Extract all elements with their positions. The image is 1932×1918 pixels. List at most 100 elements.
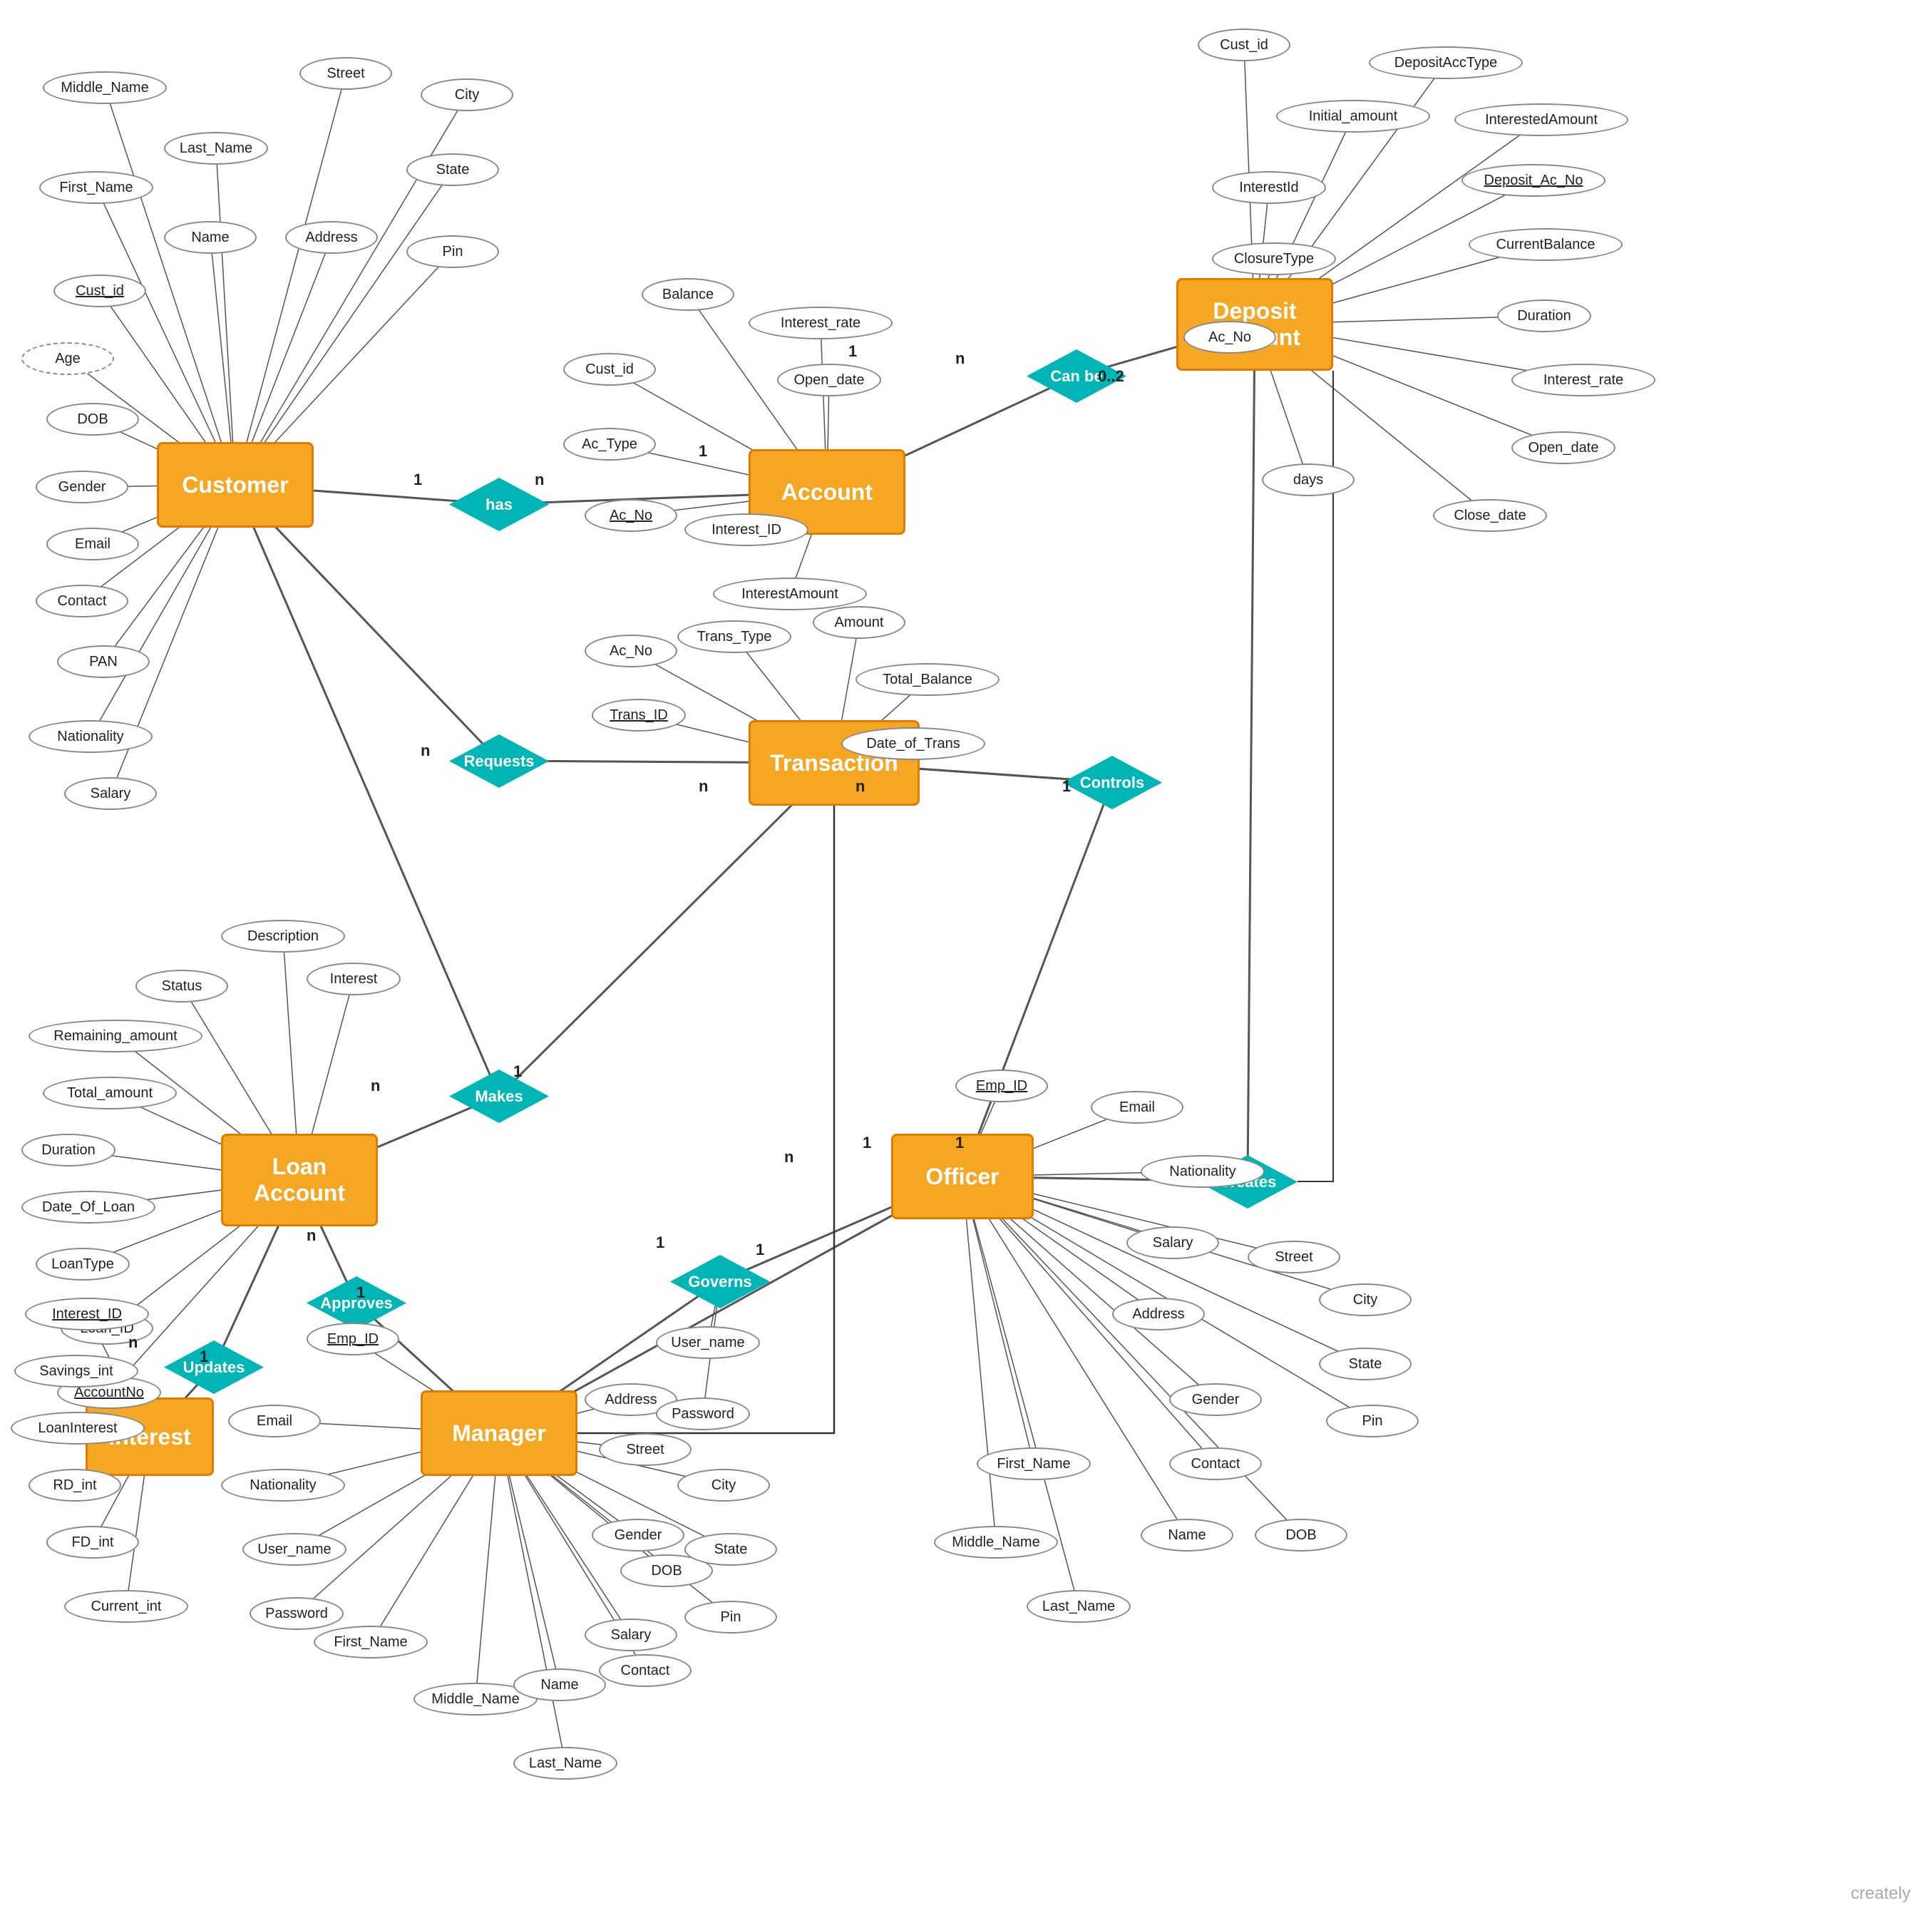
cardinality-19: n bbox=[128, 1333, 138, 1352]
attr-address: Address bbox=[285, 221, 378, 254]
attr-balance: Balance bbox=[642, 278, 734, 311]
cardinality-13: 1 bbox=[356, 1283, 365, 1302]
attr-pin: Pin bbox=[406, 235, 499, 268]
cardinality-6: n bbox=[421, 742, 430, 760]
attr-date-of-trans: Date_of_Trans bbox=[841, 727, 985, 760]
diamond-makes: Makes bbox=[449, 1070, 549, 1123]
attr-initial-amount: Initial_amount bbox=[1276, 100, 1430, 133]
attr-email: Email bbox=[228, 1405, 321, 1437]
attr-password: Password bbox=[656, 1398, 750, 1430]
attr-fd-int: FD_int bbox=[46, 1526, 139, 1559]
attr-city: City bbox=[421, 78, 513, 111]
attr-state: State bbox=[406, 153, 499, 186]
attr-contact: Contact bbox=[1169, 1447, 1262, 1480]
attr-gender: Gender bbox=[592, 1519, 684, 1552]
attr-first-name: First_Name bbox=[977, 1447, 1091, 1480]
attr-interest-id: Interest_ID bbox=[684, 513, 808, 546]
attr-description: Description bbox=[221, 920, 345, 953]
cardinality-3: 1 bbox=[848, 342, 857, 361]
attr-duration: Duration bbox=[21, 1134, 115, 1166]
diamond-controls: Controls bbox=[1062, 756, 1162, 809]
attr-pin: Pin bbox=[684, 1601, 777, 1634]
attr-last-name: Last_Name bbox=[164, 132, 268, 165]
attr-interest: Interest bbox=[307, 963, 401, 995]
diamond-updates: Updates bbox=[164, 1340, 264, 1394]
attr-status: Status bbox=[135, 970, 228, 1002]
attr-nationality: Nationality bbox=[29, 720, 153, 753]
attr-ac-type: Ac_Type bbox=[563, 428, 656, 461]
attr-depositacctype: DepositAccType bbox=[1369, 46, 1523, 79]
attr-street: Street bbox=[1248, 1241, 1340, 1273]
attr-loaninterest: LoanInterest bbox=[11, 1412, 145, 1445]
attr-interest-rate: Interest_rate bbox=[749, 307, 893, 339]
attr-open-date: Open_date bbox=[777, 364, 881, 396]
cardinality-8: n bbox=[855, 777, 865, 796]
attr-contact: Contact bbox=[36, 585, 128, 617]
attr-cust-id: Cust_id bbox=[1198, 29, 1290, 61]
attr-duration: Duration bbox=[1497, 299, 1591, 332]
attr-name: Name bbox=[164, 221, 257, 254]
attr-dob: DOB bbox=[1255, 1519, 1347, 1552]
attr-age: Age bbox=[21, 342, 114, 375]
diamond-governs: Governs bbox=[670, 1255, 770, 1308]
attr-savings-int: Savings_int bbox=[14, 1355, 138, 1388]
attr-open-date: Open_date bbox=[1511, 431, 1615, 464]
attr-remaining-amount: Remaining_amount bbox=[29, 1020, 202, 1052]
attr-dob: DOB bbox=[46, 403, 139, 436]
attr-middle-name: Middle_Name bbox=[43, 71, 167, 104]
attr-salary: Salary bbox=[64, 777, 157, 810]
attr-interestedamount: InterestedAmount bbox=[1454, 103, 1628, 136]
attr-address: Address bbox=[1112, 1298, 1205, 1330]
attr-rd-int: RD_int bbox=[29, 1469, 121, 1502]
cardinality-20: 1 bbox=[200, 1348, 208, 1366]
attr-interest-rate: Interest_rate bbox=[1511, 364, 1655, 396]
cardinality-16: n bbox=[784, 1148, 793, 1166]
entity-customer: Customer bbox=[157, 442, 314, 528]
attr-name: Name bbox=[1141, 1519, 1233, 1552]
attr-close-date: Close_date bbox=[1433, 499, 1547, 532]
cardinality-1: n bbox=[535, 471, 544, 489]
watermark: creately bbox=[1851, 1884, 1911, 1904]
attr-last-name: Last_Name bbox=[1027, 1590, 1131, 1623]
cardinality-9: 1 bbox=[1062, 777, 1071, 796]
er-diagram: CustomerAccountDepositAccountTransaction… bbox=[0, 0, 1932, 1918]
attr-state: State bbox=[684, 1533, 777, 1566]
attr-middle-name: Middle_Name bbox=[934, 1526, 1058, 1559]
attr-currentbalance: CurrentBalance bbox=[1469, 228, 1623, 261]
attr-total-amount: Total_amount bbox=[43, 1077, 177, 1109]
attr-gender: Gender bbox=[36, 471, 128, 503]
attr-interestamount: InterestAmount bbox=[713, 578, 867, 610]
cardinality-15: 1 bbox=[756, 1241, 764, 1259]
attr-pan: PAN bbox=[57, 645, 150, 678]
attr-current-int: Current_int bbox=[64, 1590, 188, 1623]
attr-salary: Salary bbox=[1126, 1226, 1219, 1259]
attr-email: Email bbox=[46, 528, 139, 560]
cardinality-0: 1 bbox=[413, 471, 422, 489]
attr-user-name: User_name bbox=[656, 1326, 760, 1359]
cardinality-4: n bbox=[955, 349, 965, 368]
attr-nationality: Nationality bbox=[221, 1469, 345, 1502]
attr-city: City bbox=[1319, 1283, 1412, 1316]
entity-manager: Manager bbox=[421, 1390, 577, 1476]
attr-city: City bbox=[677, 1469, 770, 1502]
attr-password: Password bbox=[250, 1597, 344, 1630]
diamond-requests: Requests bbox=[449, 734, 549, 788]
attr-days: days bbox=[1262, 463, 1355, 496]
attr-gender: Gender bbox=[1169, 1383, 1262, 1416]
cardinality-5: 0..2 bbox=[1098, 367, 1124, 386]
attr-trans-type: Trans_Type bbox=[677, 620, 791, 653]
attr-ac-no: Ac_No bbox=[585, 635, 677, 667]
attr-state: State bbox=[1319, 1348, 1412, 1380]
cardinality-17: 1 bbox=[863, 1134, 871, 1152]
attr-amount: Amount bbox=[813, 606, 905, 639]
cardinality-11: 1 bbox=[513, 1062, 522, 1081]
cardinality-12: n bbox=[307, 1226, 316, 1245]
attr-contact: Contact bbox=[599, 1654, 692, 1687]
cardinality-18: 1 bbox=[955, 1134, 964, 1152]
attr-cust-id: Cust_id bbox=[563, 353, 656, 386]
attr-emp-id: Emp_ID bbox=[307, 1323, 399, 1355]
relationship-lines bbox=[0, 0, 1932, 1918]
attr-closuretype: ClosureType bbox=[1212, 242, 1336, 275]
attr-street: Street bbox=[299, 57, 392, 90]
cardinality-14: 1 bbox=[656, 1234, 664, 1252]
